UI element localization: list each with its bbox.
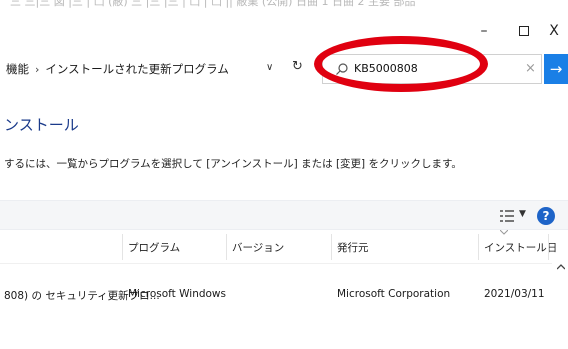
view-options-icon[interactable] xyxy=(500,210,514,222)
help-icon[interactable]: ? xyxy=(537,207,555,225)
cell-program: Microsoft Windows xyxy=(128,288,226,300)
minimize-icon: – xyxy=(480,23,488,39)
menu-ghost-text: 三 三|三 図 |三 | 凵 (蔽) 三 |三 |三 | 凵 | 凵 || 蔽業… xyxy=(10,0,416,8)
minimize-button[interactable]: – xyxy=(462,18,506,44)
close-button[interactable]: X xyxy=(532,18,568,44)
view-dropdown-icon[interactable]: ▼ xyxy=(519,209,526,219)
header-underline xyxy=(0,263,552,264)
cell-publisher: Microsoft Corporation xyxy=(337,288,451,300)
breadcrumb-item-features[interactable]: 機能 xyxy=(6,61,29,77)
arrow-right-icon: → xyxy=(549,60,563,78)
column-header-publisher[interactable]: 発行元 xyxy=(337,240,369,255)
search-input[interactable]: KB5000808 × xyxy=(322,54,542,84)
column-header-program[interactable]: プログラム xyxy=(128,240,180,255)
column-divider[interactable] xyxy=(478,234,479,260)
cell-installed-on: 2021/03/11 xyxy=(484,288,545,300)
column-divider[interactable] xyxy=(548,234,549,260)
command-bar: ▼ ? xyxy=(0,200,568,230)
maximize-icon xyxy=(519,26,529,36)
clear-search-icon[interactable]: × xyxy=(525,61,536,76)
list-header: プログラム バージョン 発行元 インストール日 xyxy=(0,230,568,262)
search-go-button[interactable]: → xyxy=(544,54,568,84)
column-divider[interactable] xyxy=(331,234,332,260)
column-header-version[interactable]: バージョン xyxy=(232,240,284,255)
menu-strip: 三 三|三 図 |三 | 凵 (蔽) 三 |三 |三 | 凵 | 凵 || 蔽業… xyxy=(0,0,568,12)
sort-indicator-icon xyxy=(500,230,508,235)
address-bar[interactable]: 機能 › インストールされた更新プログラム ∨ ↻ xyxy=(0,54,316,84)
scroll-up-icon[interactable] xyxy=(557,264,565,270)
address-history-dropdown[interactable]: ∨ xyxy=(266,62,273,73)
page-title: ンストール xyxy=(4,116,79,134)
refresh-icon[interactable]: ↻ xyxy=(292,59,303,74)
breadcrumb-item-installed-updates[interactable]: インストールされた更新プログラム xyxy=(45,61,228,77)
page-description: するには、一覧からプログラムを選択して [アンインストール] または [変更] … xyxy=(4,158,462,170)
column-divider[interactable] xyxy=(122,234,123,260)
search-value: KB5000808 xyxy=(354,62,418,75)
breadcrumb-separator: › xyxy=(35,62,40,76)
search-icon xyxy=(336,63,348,75)
column-header-installed-on[interactable]: インストール日 xyxy=(484,240,557,255)
close-icon: X xyxy=(549,23,559,39)
column-divider[interactable] xyxy=(226,234,227,260)
